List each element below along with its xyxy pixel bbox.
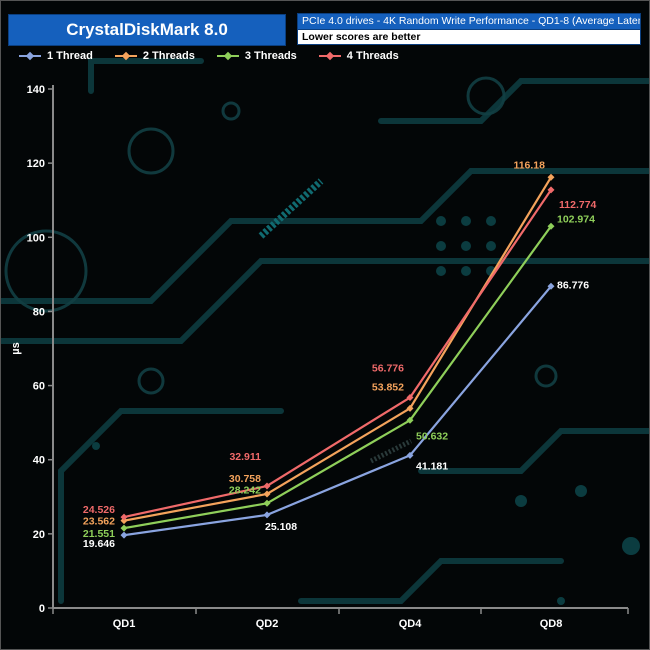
x-category-label: QD4: [399, 618, 423, 630]
x-category-label: QD2: [256, 618, 279, 630]
x-category-label: QD1: [113, 618, 136, 630]
data-label: 21.551: [83, 528, 115, 540]
y-axis-title: µs: [10, 342, 22, 354]
data-label: 86.776: [557, 279, 589, 291]
data-label: 53.852: [372, 381, 404, 393]
data-label: 41.181: [416, 460, 448, 472]
y-tick-label: 140: [27, 84, 45, 96]
y-tick-label: 20: [33, 529, 45, 541]
x-category-label: QD8: [540, 618, 563, 630]
y-tick-label: 100: [27, 232, 45, 244]
data-label: 25.108: [265, 521, 297, 533]
data-label: 112.774: [559, 199, 597, 211]
data-label: 56.776: [372, 363, 404, 375]
data-label: 50.632: [416, 430, 448, 442]
y-tick-label: 120: [27, 158, 45, 170]
data-label: 102.974: [557, 213, 595, 225]
y-tick-label: 80: [33, 306, 45, 318]
data-label: 23.562: [83, 516, 115, 528]
data-labels: 19.64625.10841.18186.77623.56230.75853.8…: [83, 159, 597, 550]
data-label: 24.526: [83, 504, 115, 516]
data-label: 32.911: [229, 451, 261, 463]
series-point: [120, 524, 128, 532]
data-label: 116.18: [513, 159, 545, 171]
series-line: [123, 189, 552, 519]
data-label: 30.758: [229, 473, 261, 485]
data-label: 28.242: [229, 484, 261, 496]
series-line: [123, 176, 552, 522]
series-lines: [120, 173, 555, 539]
y-tick-label: 60: [33, 381, 45, 393]
series-point: [263, 511, 271, 519]
line-chart: 020406080100120140QD1 QD2 QD4 QD8µs 19.6462…: [10, 84, 629, 630]
y-tick-label: 40: [33, 455, 45, 467]
chart-frame: CrystalDiskMark 8.0 PCIe 4.0 drives - 4K…: [0, 0, 650, 650]
series-line: [123, 225, 552, 530]
series-line: [123, 285, 552, 537]
series-point: [120, 531, 128, 539]
y-tick-label: 0: [39, 603, 45, 615]
